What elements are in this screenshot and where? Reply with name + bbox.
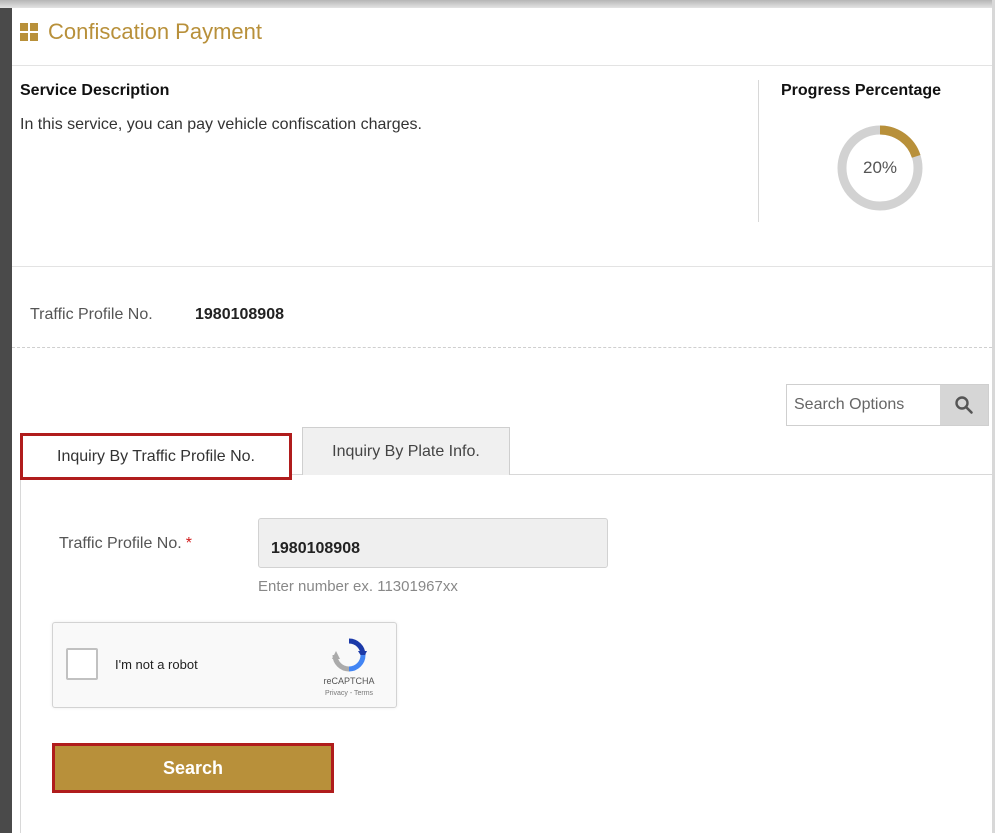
traffic-profile-hint: Enter number ex. 11301967xx: [258, 578, 458, 595]
window-frame-left: [0, 0, 12, 833]
progress-label: Progress Percentage: [781, 82, 942, 99]
field-label-text: Traffic Profile No.: [59, 535, 182, 552]
recaptcha-brand: reCAPTCHA: [323, 676, 375, 686]
recaptcha-widget: I'm not a robot reCAPTCHA Privacy - Term…: [52, 622, 397, 708]
traffic-profile-label: Traffic Profile No.: [30, 306, 153, 323]
page-title: Confiscation Payment: [48, 19, 262, 44]
traffic-profile-input[interactable]: [258, 518, 608, 568]
page-content: Confiscation Payment Service Description…: [12, 8, 992, 833]
required-mark: *: [185, 535, 192, 552]
tab-inquiry-by-plate-info[interactable]: Inquiry By Plate Info.: [302, 427, 510, 475]
progress-value: 20%: [862, 158, 898, 177]
section-divider: [758, 80, 759, 222]
search-options[interactable]: Search Options: [786, 384, 989, 426]
search-button[interactable]: Search: [52, 743, 334, 793]
search-options-input[interactable]: Search Options: [787, 385, 940, 425]
search-options-button[interactable]: [940, 385, 988, 425]
service-description-label: Service Description: [20, 82, 170, 99]
recaptcha-label: I'm not a robot: [115, 657, 198, 672]
service-divider: [12, 266, 992, 267]
traffic-profile-value: 1980108908: [195, 306, 284, 323]
window-frame-top: [0, 0, 995, 8]
search-icon: [955, 396, 973, 414]
recaptcha-links[interactable]: Privacy - Terms: [301, 690, 397, 697]
tab-inquiry-by-traffic-profile[interactable]: Inquiry By Traffic Profile No.: [20, 433, 292, 480]
recaptcha-checkbox[interactable]: [66, 648, 98, 680]
profile-divider: [12, 347, 992, 348]
traffic-profile-field-label: Traffic Profile No. *: [59, 535, 192, 553]
grid-icon: [20, 23, 38, 41]
header-divider: [12, 65, 992, 66]
page-header: Confiscation Payment: [20, 14, 262, 50]
service-description-text: In this service, you can pay vehicle con…: [20, 116, 422, 133]
recaptcha-logo-icon: [332, 638, 367, 672]
